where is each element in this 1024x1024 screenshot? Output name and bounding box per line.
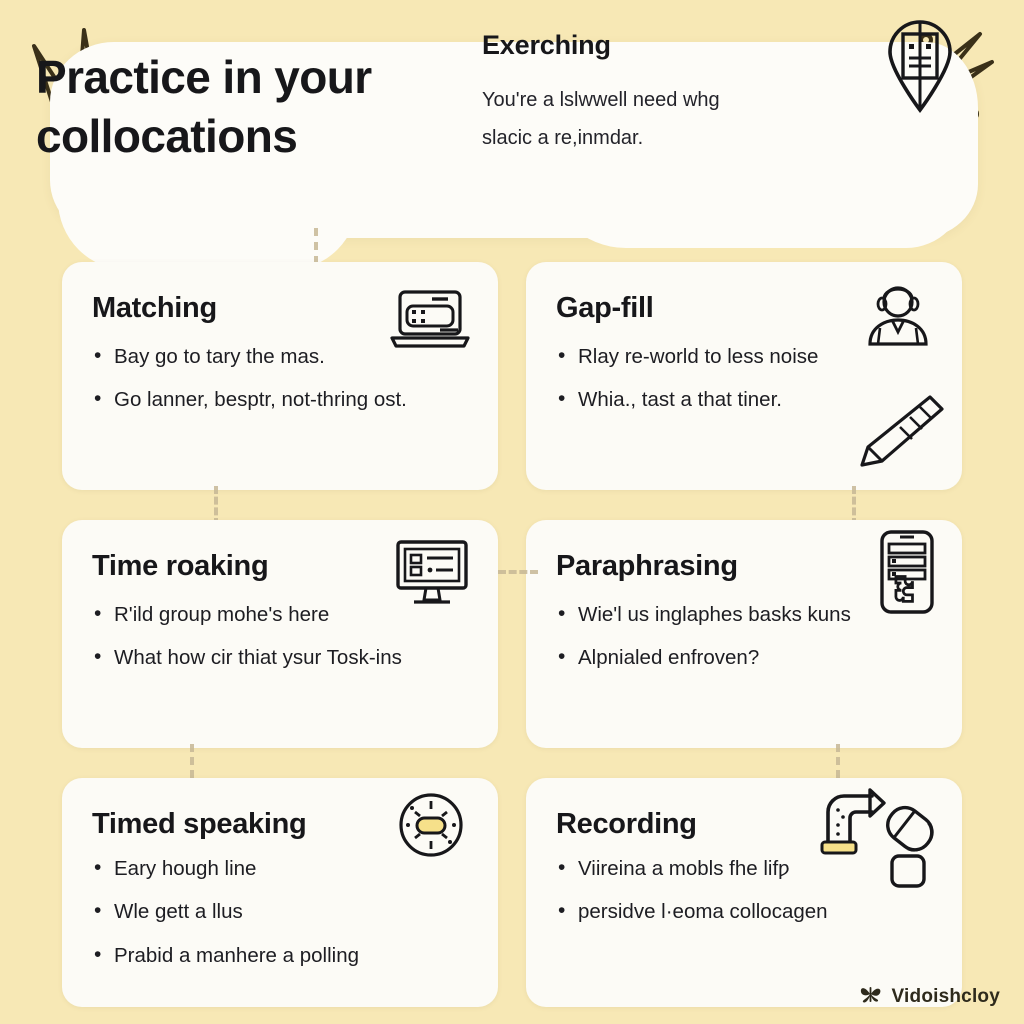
page-title: Practice in your collocations (36, 51, 372, 162)
header-section-body: You're a lslwwell need whg slacic a re,i… (482, 81, 812, 157)
header-content: Practice in your collocations Exerching … (0, 0, 1024, 1024)
header-section-body-line-1: You're a lslwwell need whg (482, 89, 720, 111)
map-pin-document-icon (884, 20, 956, 119)
header-section-body-line-2: slacic a re,inmdar. (482, 127, 644, 149)
header-left: Practice in your collocations (0, 0, 470, 1024)
header-right: Exerching You're a lslwwell need whg sla… (470, 0, 1024, 1024)
